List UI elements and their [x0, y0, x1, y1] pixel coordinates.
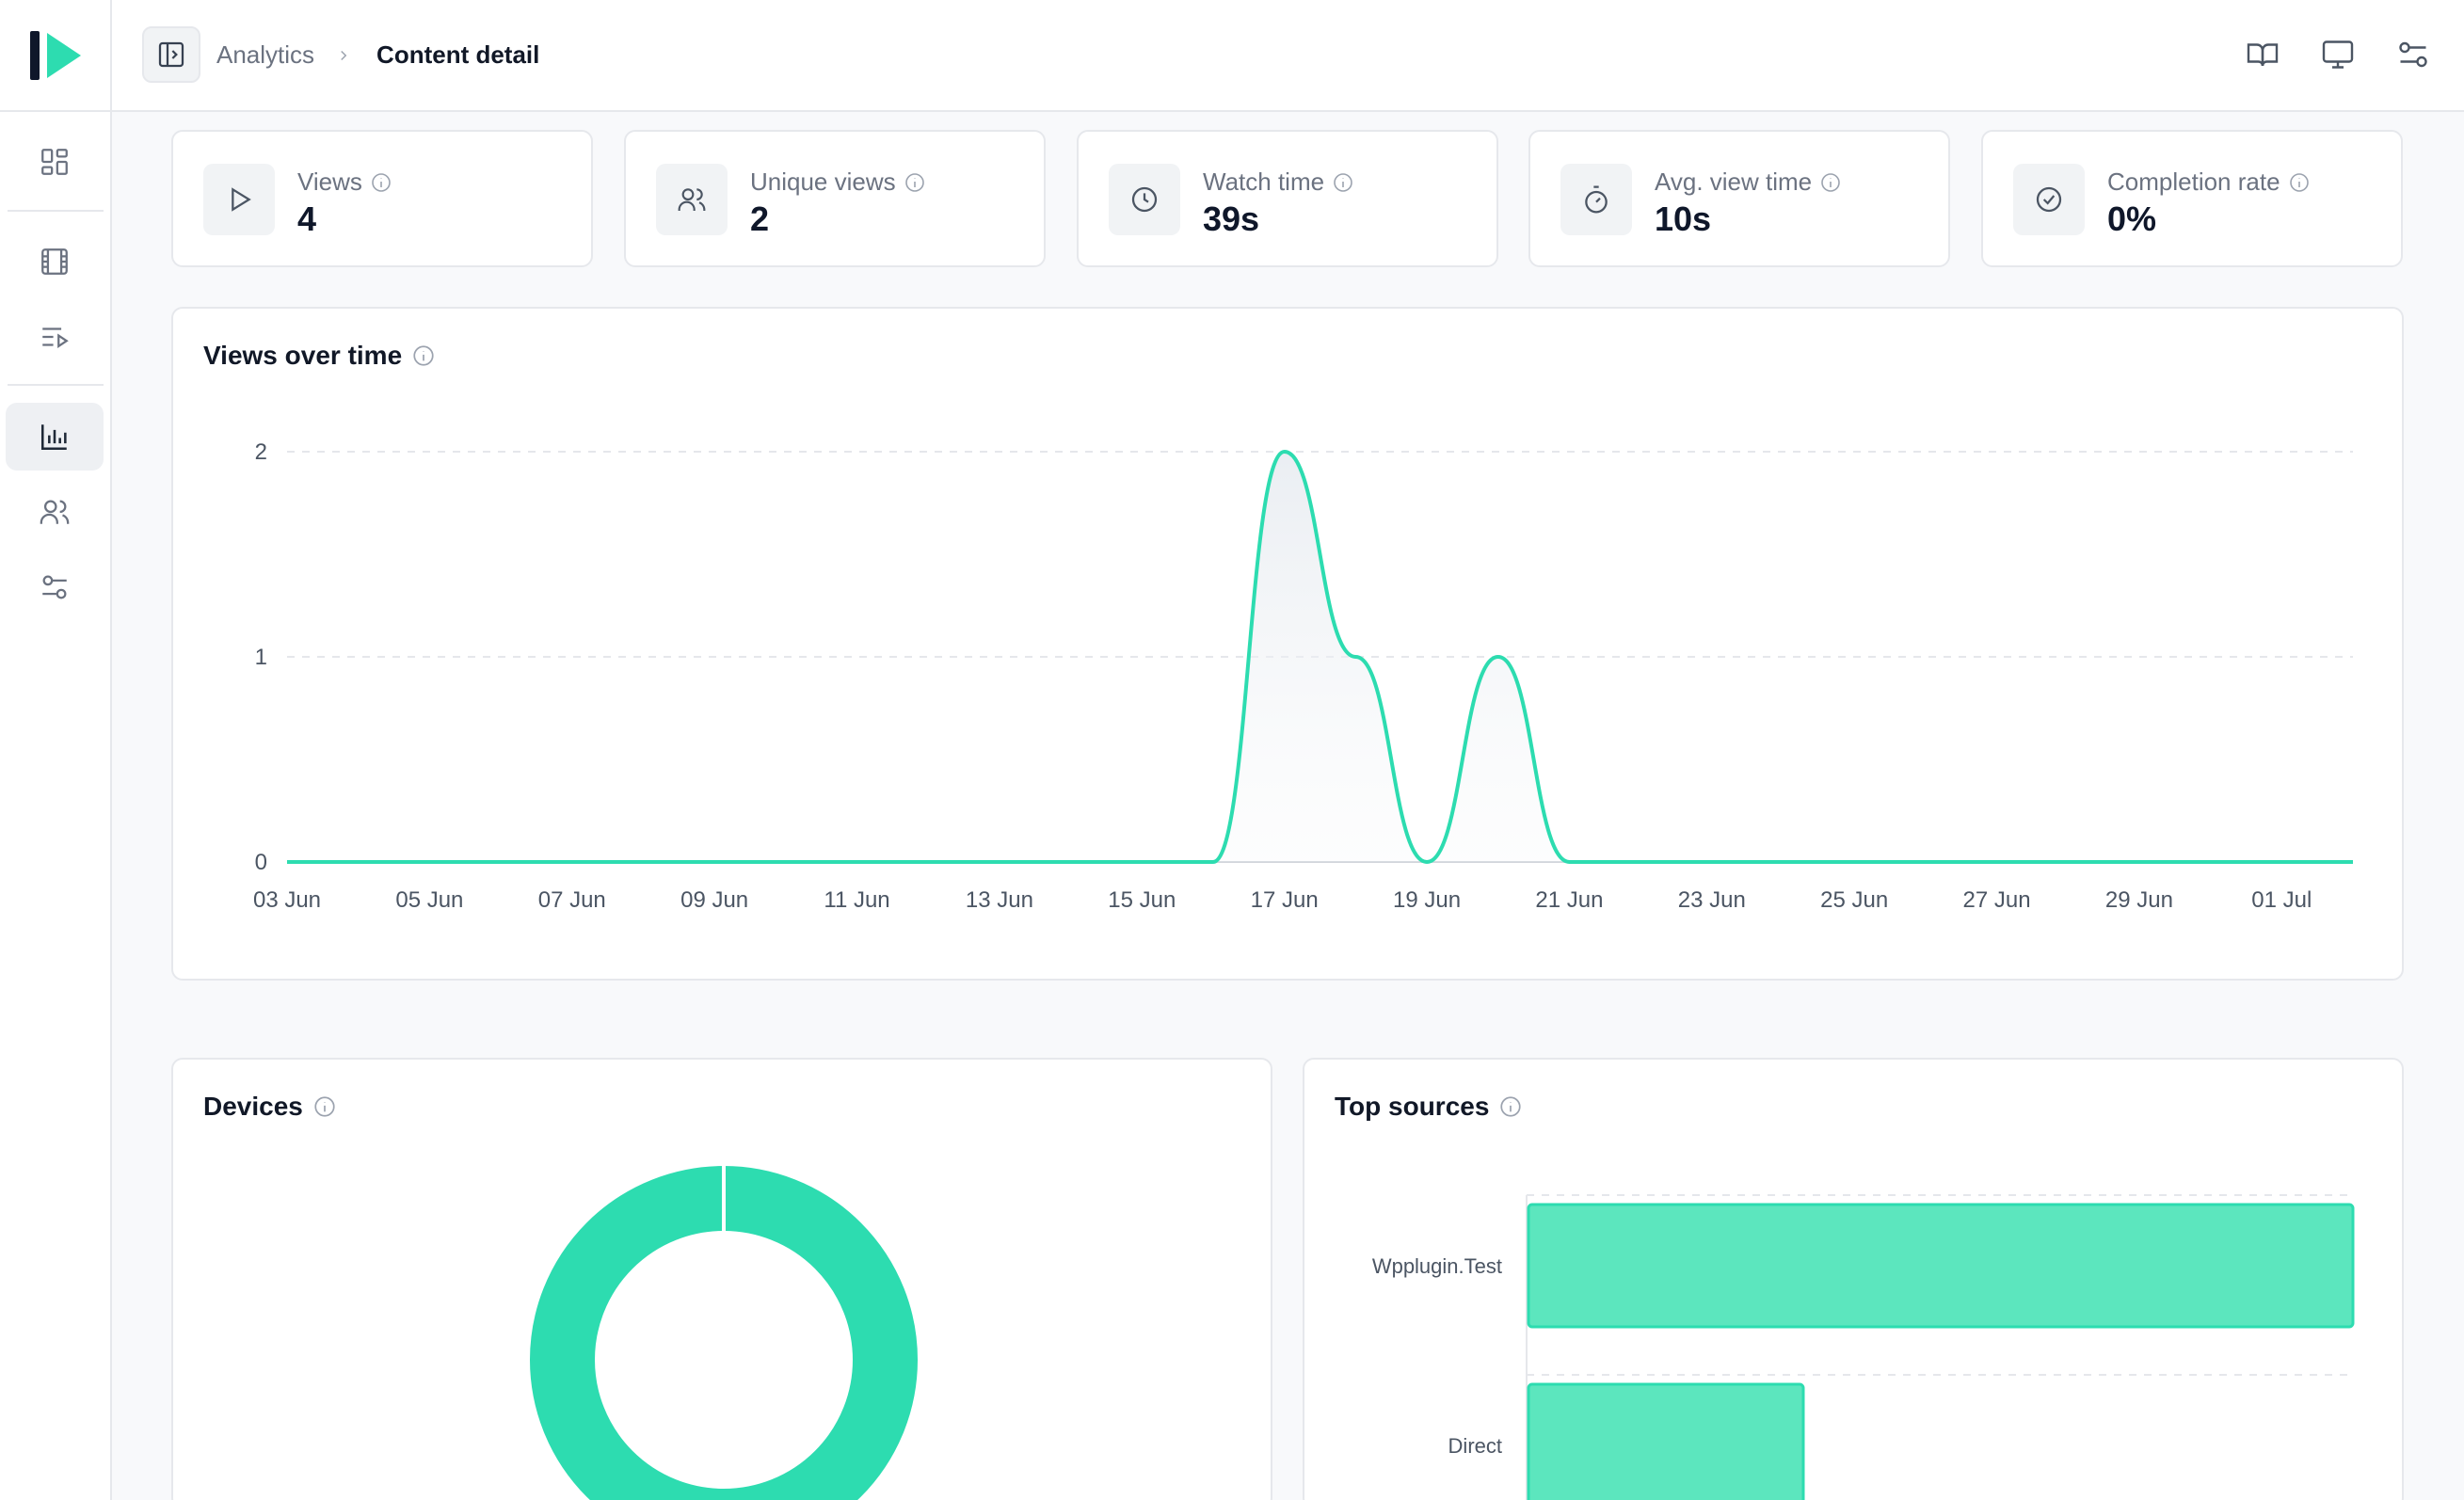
- nav-divider: [8, 384, 104, 386]
- info-icon[interactable]: [370, 171, 392, 194]
- top-sources-bar-chart: Wpplugin.Test Direct: [1372, 1194, 2355, 1500]
- dashboard-icon[interactable]: [6, 128, 104, 196]
- analytics-icon[interactable]: [6, 403, 104, 471]
- stat-value: 0%: [2107, 199, 2157, 238]
- stat-value: 2: [750, 199, 770, 238]
- bar: [1527, 1382, 1805, 1500]
- info-icon[interactable]: [1819, 171, 1842, 194]
- monitor-icon[interactable]: [2312, 28, 2364, 81]
- x-tick-label: 21 Jun: [1535, 887, 1603, 913]
- chevron-right-icon: [335, 47, 352, 64]
- panel-toggle-button[interactable]: [142, 26, 200, 83]
- stat-label: Watch time: [1203, 168, 1325, 196]
- x-tick-label: 25 Jun: [1820, 887, 1888, 913]
- book-icon[interactable]: [2236, 28, 2289, 81]
- info-icon[interactable]: [904, 171, 926, 194]
- users-icon: [656, 164, 728, 235]
- stat-label: Views: [297, 168, 362, 196]
- settings-icon[interactable]: [6, 553, 104, 621]
- x-tick-label: 05 Jun: [395, 887, 463, 913]
- info-icon[interactable]: [2288, 171, 2311, 194]
- x-tick-label: 11 Jun: [824, 887, 889, 913]
- users-icon[interactable]: [6, 478, 104, 546]
- check-circle-icon: [2013, 164, 2085, 235]
- stat-card-unique-views: Unique views 2: [624, 130, 1046, 267]
- x-tick-label: 27 Jun: [1963, 887, 2031, 913]
- x-tick-label: 17 Jun: [1251, 887, 1319, 913]
- info-icon[interactable]: [1332, 171, 1354, 194]
- devices-panel: Devices: [171, 1058, 1272, 1500]
- stat-value: 4: [297, 199, 317, 238]
- stopwatch-icon: [1560, 164, 1632, 235]
- category-label: Wpplugin.Test: [1372, 1254, 1502, 1278]
- x-tick-label: 01 Jul: [2251, 887, 2312, 913]
- y-tick-label: 2: [255, 439, 267, 465]
- stat-card-views: Views 4: [171, 130, 593, 267]
- x-tick-label: 09 Jun: [680, 887, 748, 913]
- stat-label: Unique views: [750, 168, 896, 196]
- breadcrumb: Analytics Content detail: [216, 0, 539, 110]
- x-tick-label: 07 Jun: [538, 887, 606, 913]
- nav-divider: [8, 210, 104, 212]
- breadcrumb-current: Content detail: [376, 40, 540, 69]
- play-logo[interactable]: [0, 0, 112, 112]
- y-tick-label: 1: [255, 645, 267, 670]
- category-label: Direct: [1448, 1434, 1502, 1458]
- play-icon: [203, 164, 275, 235]
- sidebar: [0, 0, 112, 1500]
- x-tick-label: 29 Jun: [2105, 887, 2173, 913]
- breadcrumb-analytics[interactable]: Analytics: [216, 40, 314, 70]
- stat-card-watch-time: Watch time 39s: [1077, 130, 1498, 267]
- donut-slice: [530, 1166, 918, 1500]
- stat-value: 39s: [1203, 199, 1260, 238]
- y-tick-label: 0: [255, 850, 267, 875]
- stat-card-completion-rate: Completion rate 0%: [1981, 130, 2403, 267]
- playlist-icon[interactable]: [6, 303, 104, 371]
- x-tick-label: 23 Jun: [1678, 887, 1746, 913]
- bar: [1527, 1203, 2355, 1329]
- clock-icon: [1109, 164, 1180, 235]
- top-sources-panel: Top sources Wpplugin.Test Direct: [1303, 1058, 2404, 1500]
- series-area: [287, 452, 2353, 862]
- stat-value: 10s: [1655, 199, 1712, 238]
- stat-card-avg-view-time: Avg. view time 10s: [1528, 130, 1950, 267]
- stat-label: Avg. view time: [1655, 168, 1813, 196]
- x-tick-label: 19 Jun: [1393, 887, 1461, 913]
- views-over-time-panel: Views over time 0 1 2 03 Jun 05 Jun 07 Jun 09 …: [171, 307, 2404, 981]
- views-over-time-chart: 0 1 2 03 Jun 05 Jun 07 Jun 09 Jun 11 Jun 13 Jun 1…: [253, 439, 2353, 913]
- x-tick-label: 15 Jun: [1108, 887, 1176, 913]
- stat-label: Completion rate: [2107, 168, 2280, 196]
- top-header: Analytics Content detail: [112, 0, 2464, 112]
- devices-donut-chart: [530, 1165, 918, 1500]
- film-icon[interactable]: [6, 228, 104, 295]
- x-tick-label: 03 Jun: [253, 887, 321, 913]
- x-tick-label: 13 Jun: [966, 887, 1033, 913]
- sliders-icon[interactable]: [2387, 28, 2440, 81]
